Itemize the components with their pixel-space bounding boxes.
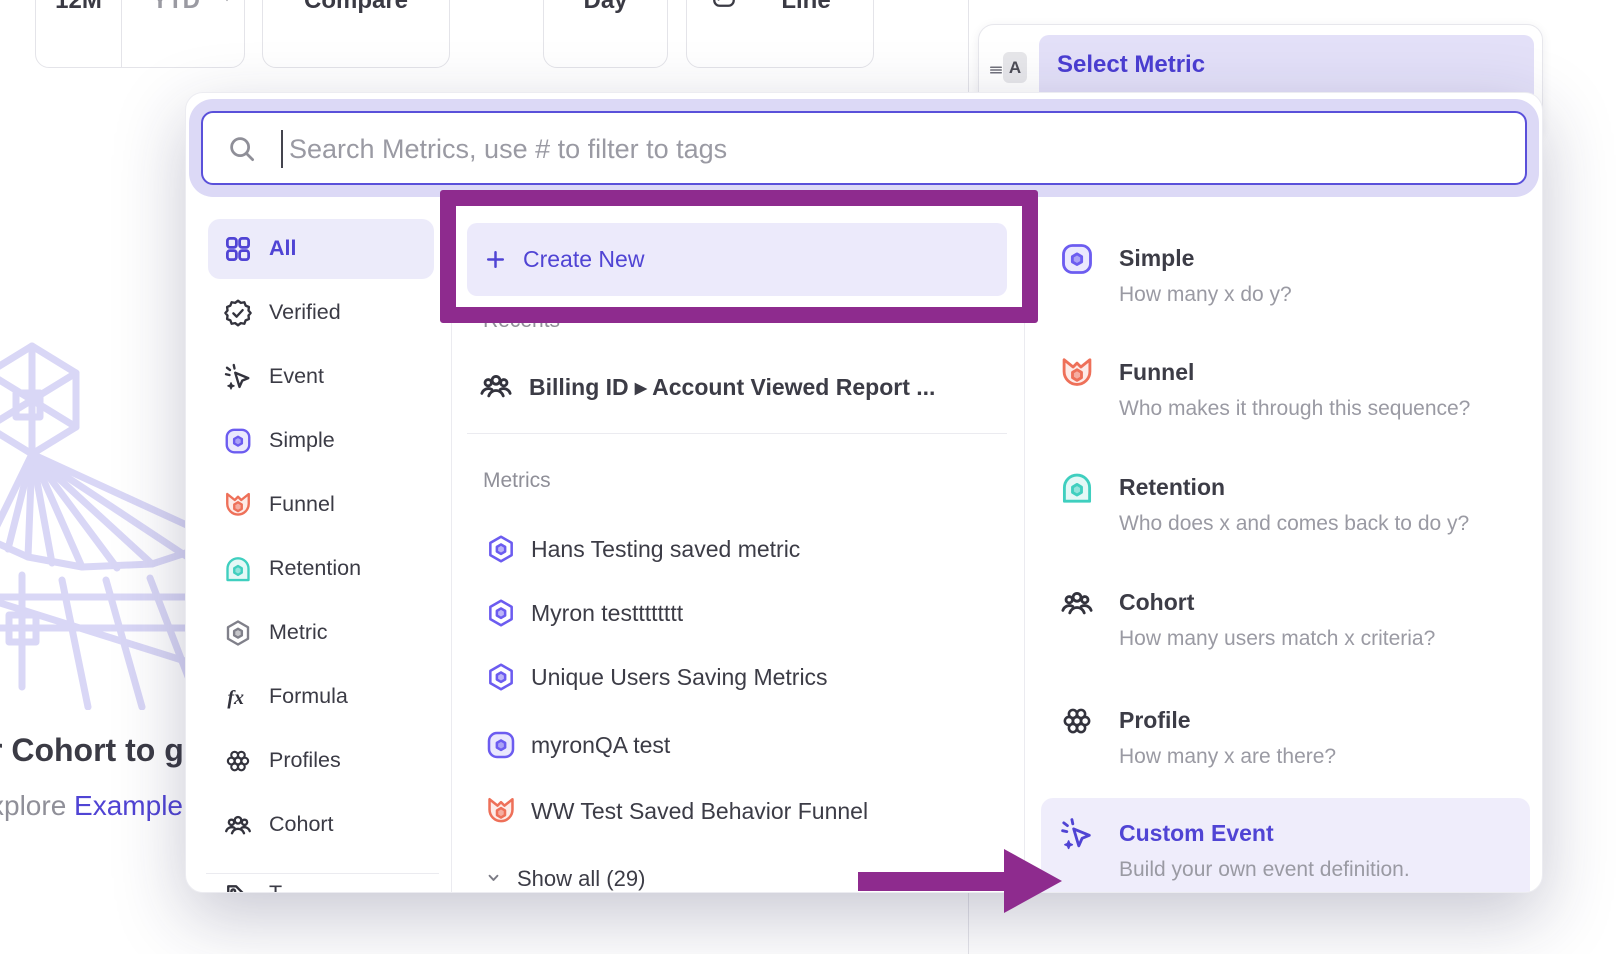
metrics-header: Metrics	[483, 469, 551, 493]
cohort-people-icon	[478, 368, 514, 404]
funnel-icon	[1059, 355, 1095, 391]
range-ytd-button[interactable]: YTD	[131, 0, 221, 15]
sidebar-item-retention[interactable]: Retention	[269, 556, 361, 581]
text-cursor	[281, 130, 283, 168]
sidebar-item-all[interactable]: All	[269, 236, 296, 261]
metric-item[interactable]: myronQA test	[531, 732, 670, 759]
option-simple-desc: How many x do y?	[1119, 283, 1292, 307]
simple-icon	[485, 729, 517, 761]
sidebar-item-funnel[interactable]: Funnel	[269, 492, 335, 517]
simple-icon	[1059, 241, 1095, 277]
option-cohort[interactable]: Cohort	[1119, 589, 1194, 616]
option-retention[interactable]: Retention	[1119, 474, 1225, 501]
metric-item[interactable]: Unique Users Saving Metrics	[531, 664, 828, 691]
sidebar-item-metric[interactable]: Metric	[269, 620, 328, 645]
formula-icon: fx	[223, 682, 253, 712]
granularity-day-button[interactable]: Day	[543, 0, 668, 68]
option-simple[interactable]: Simple	[1119, 245, 1194, 272]
metric-hexagon-icon	[485, 533, 517, 565]
sidebar-item-profiles[interactable]: Profiles	[269, 748, 341, 773]
option-profile[interactable]: Profile	[1119, 707, 1191, 734]
simple-icon	[223, 426, 253, 456]
annotation-arrow	[852, 843, 1067, 919]
example-reports-link[interactable]: Example R	[74, 790, 186, 821]
retention-icon	[1059, 470, 1095, 506]
retention-icon	[223, 554, 253, 584]
cohort-people-icon	[1059, 585, 1095, 621]
compare-button[interactable]: Compare	[262, 0, 450, 68]
sidebar-item-cohort[interactable]: Cohort	[269, 812, 334, 837]
svg-text:fx: fx	[227, 687, 244, 709]
segment-divider	[121, 0, 122, 67]
verified-badge-icon	[223, 298, 253, 328]
option-custom-event-desc: Build your own event definition.	[1119, 858, 1410, 882]
search-placeholder: Search Metrics, use # to filter to tags	[289, 134, 727, 165]
sidebar-item-verified[interactable]: Verified	[269, 300, 341, 325]
profiles-cluster-icon	[223, 746, 253, 776]
metric-hexagon-icon	[485, 597, 517, 629]
funnel-icon	[223, 490, 253, 520]
empty-state-subtitle-gray: xplore	[0, 790, 66, 821]
option-cohort-desc: How many users match x criteria?	[1119, 627, 1435, 651]
tag-icon	[223, 881, 253, 893]
option-funnel-desc: Who makes it through this sequence?	[1119, 397, 1470, 421]
range-12m-button[interactable]: 12M	[36, 0, 121, 15]
metric-item[interactable]: Hans Testing saved metric	[531, 536, 800, 563]
grid-icon	[223, 234, 253, 264]
sidebar-section-divider	[206, 873, 439, 874]
sidebar-item-partial[interactable]: T	[269, 881, 282, 893]
chevron-down-icon	[483, 867, 504, 888]
chart-type-line-button[interactable]: Line	[686, 0, 874, 68]
sidebar-item-formula[interactable]: Formula	[269, 684, 348, 709]
metric-hexagon-icon	[223, 618, 253, 648]
empty-state-title: r Cohort to ge	[0, 732, 186, 769]
funnel-icon	[485, 795, 517, 827]
search-metrics-input[interactable]: Search Metrics, use # to filter to tags	[201, 111, 1527, 185]
sidebar-item-event[interactable]: Event	[269, 364, 324, 389]
option-profile-desc: How many x are there?	[1119, 745, 1336, 769]
profiles-cluster-icon	[1059, 703, 1095, 739]
page: r Cohort to ge xplore Example R 12M YTD …	[0, 0, 1616, 954]
search-icon	[227, 134, 257, 164]
option-custom-event[interactable]: Custom Event	[1119, 820, 1274, 847]
empty-state-subtitle: xplore Example R	[0, 790, 186, 822]
day-label: Day	[544, 0, 667, 15]
line-chart-icon	[711, 0, 737, 9]
recent-item-billing[interactable]: Billing ID ▸ Account Viewed Report ...	[529, 374, 935, 401]
sidebar-item-simple[interactable]: Simple	[269, 428, 335, 453]
metric-row-badge: A	[1003, 52, 1027, 83]
cohort-people-icon	[223, 810, 253, 840]
annotation-rectangle	[440, 190, 1038, 323]
option-funnel[interactable]: Funnel	[1119, 359, 1194, 386]
caret-down-icon	[219, 0, 235, 7]
select-metric-label: Select Metric	[1057, 51, 1205, 78]
option-retention-desc: Who does x and comes back to do y?	[1119, 512, 1469, 536]
recents-divider	[467, 433, 1007, 434]
metric-hexagon-icon	[485, 661, 517, 693]
compare-label: Compare	[263, 0, 449, 15]
date-range-control: 12M YTD	[35, 0, 245, 68]
background-illustration	[0, 335, 205, 710]
empty-state-text: r Cohort to ge xplore Example R	[0, 730, 186, 830]
event-cursor-icon	[223, 362, 253, 392]
line-label: Line	[751, 0, 861, 15]
metric-item[interactable]: WW Test Saved Behavior Funnel	[531, 798, 868, 825]
metric-item[interactable]: Myron testttttttt	[531, 600, 683, 627]
show-all-button[interactable]: Show all (29)	[517, 866, 645, 892]
